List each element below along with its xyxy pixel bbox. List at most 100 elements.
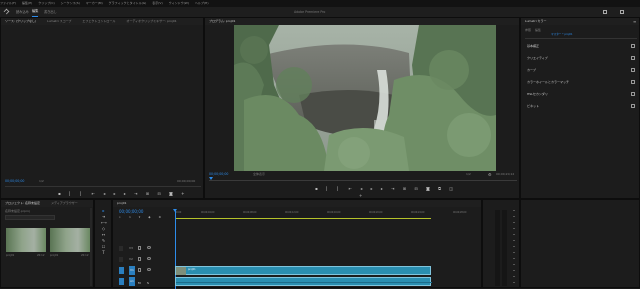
workspace-tab-edit[interactable]: 編集 — [32, 7, 39, 17]
program-playhead-marker[interactable] — [209, 177, 213, 180]
source-timebar[interactable] — [5, 186, 201, 187]
lumetri-section-hsl[interactable]: HSLセカンダリ — [521, 90, 640, 98]
slip-tool-icon[interactable]: ↔ — [101, 232, 106, 237]
tab-media-browser[interactable]: メディアブラウザー — [51, 201, 78, 205]
pen-tool-icon[interactable]: ✎ — [101, 238, 106, 243]
tab-timeline[interactable]: proj01 — [117, 201, 127, 205]
track-header-v1[interactable]: V1 — [119, 266, 173, 275]
tab-source[interactable]: ソース: (クリップなし) — [5, 19, 36, 23]
playhead-handle[interactable] — [173, 209, 177, 212]
lumetri-master-clip[interactable]: マスター * proj01 — [551, 32, 573, 36]
menu-help[interactable]: ヘルプ(H) — [195, 1, 209, 5]
program-timebar[interactable] — [209, 180, 517, 181]
track-header-v3[interactable]: V3 — [119, 244, 173, 253]
video-clip[interactable]: proj01 — [175, 266, 431, 275]
project-scrollbar[interactable] — [90, 208, 92, 286]
timeline-ruler[interactable]: 00;00 00;00;04;00 00;00;08;00 00;00;12;0… — [175, 209, 475, 221]
checkbox-icon[interactable] — [631, 56, 635, 60]
project-item-duration: 20:12 — [81, 254, 89, 257]
lumetri-section-curves[interactable]: カーブ — [521, 66, 640, 74]
lock-icon[interactable] — [138, 257, 141, 261]
menu-file[interactable]: ファイル(F) — [0, 1, 16, 5]
lumetri-section-vignette[interactable]: ビネット — [521, 102, 640, 110]
program-timecode-left[interactable]: 00;00;00;00 — [209, 172, 228, 176]
home-icon[interactable] — [3, 8, 10, 15]
checkbox-icon[interactable] — [631, 92, 635, 96]
project-item[interactable] — [6, 228, 46, 252]
tab-audio-mixer[interactable]: オーディオクリップミキサー: proj01 — [126, 19, 176, 23]
menu-clip[interactable]: クリップ(C) — [38, 1, 54, 5]
track-target-icon[interactable] — [119, 257, 123, 262]
menu-marker[interactable]: マーカー(M) — [86, 1, 103, 5]
lumetri-menu-icon[interactable]: ≡ — [633, 19, 636, 24]
program-fit-dropdown[interactable]: 全体表示 — [253, 172, 265, 176]
source-transport-controls[interactable]: ▪ ▏ ▏ ⇤ ◂ ▸ ▸ ⇥ ⊞ ⊟ ◙ + — [58, 191, 188, 196]
eye-icon[interactable] — [147, 268, 151, 271]
source-fit[interactable]: 1/2 — [39, 179, 44, 183]
tab-project[interactable]: プロジェクト: 名称未設定 — [5, 201, 40, 205]
project-item-duration: 20:12 — [37, 254, 45, 257]
lumetri-divider — [525, 38, 637, 39]
lumetri-tab-browse[interactable]: 参照 — [525, 28, 531, 32]
razor-tool-icon[interactable]: ◇ — [101, 226, 106, 231]
share-icon[interactable] — [603, 10, 607, 14]
lumetri-tab-edit[interactable]: 編集 — [535, 28, 541, 32]
menu-edit[interactable]: 編集(E) — [22, 1, 32, 5]
mute-icon[interactable]: M — [138, 279, 141, 288]
menu-sequence[interactable]: シーケンス(S) — [61, 1, 80, 5]
project-panel: プロジェクト: 名称未設定 メディアブラウザー 名称未設定.prproj pro… — [0, 199, 94, 288]
project-item[interactable] — [50, 228, 90, 252]
tab-lumetri-scopes[interactable]: Lumetri スコープ — [47, 19, 71, 23]
menu-view[interactable]: 表示(V) — [152, 1, 162, 5]
program-panel: プログラム: proj01 00;00;00;00 全体表示 1/2 ⚙ 00;… — [204, 17, 520, 199]
lumetri-section-creative[interactable]: クリエイティブ — [521, 54, 640, 62]
timeline-tools-row[interactable]: ⌖ ∩ ▾ ◆ ⚙ — [119, 215, 165, 219]
menu-window[interactable]: ウィンドウ(W) — [169, 1, 189, 5]
selection-tool-icon[interactable]: ▸ — [101, 208, 106, 213]
workspace-tab-import[interactable]: 読み込み — [16, 7, 29, 17]
source-timecode-right: 00;00;00;00 — [177, 179, 196, 183]
lumetri-section-color-wheels[interactable]: カラーホイールとカラーマッチ — [521, 78, 640, 86]
source-timecode-left[interactable]: 00;00;00;00 — [5, 179, 24, 183]
ruler-tick: 00;00;16;00 — [327, 211, 341, 214]
eye-icon[interactable] — [147, 246, 151, 249]
lock-icon[interactable] — [138, 246, 141, 250]
timeline-timecode[interactable]: 00;00;00;00 — [119, 209, 143, 214]
tab-lumetri-color[interactable]: Lumetri カラー — [525, 19, 547, 23]
project-search-field[interactable] — [5, 215, 55, 220]
track-target-icon[interactable] — [119, 267, 124, 274]
track-select-tool-icon[interactable]: ⇥ — [101, 214, 106, 219]
lock-icon[interactable] — [138, 268, 141, 272]
eye-icon[interactable] — [147, 257, 151, 260]
program-panel-header: プログラム: proj01 — [205, 18, 519, 25]
workspace-bar: 読み込み 編集 書き出し Adobe Premiere Pro — [0, 7, 640, 17]
ripple-tool-icon[interactable]: ⟷ — [101, 220, 107, 225]
program-add-button[interactable]: + — [359, 193, 362, 198]
track-label: V3 — [129, 246, 133, 250]
workspace-tab-export[interactable]: 書き出し — [44, 7, 57, 17]
menu-graphics[interactable]: グラフィックとタイトル(G) — [109, 1, 147, 5]
program-quality-dropdown[interactable]: 1/2 — [466, 172, 471, 176]
track-header-a1[interactable]: A1 M S — [119, 277, 173, 286]
track-target-icon[interactable] — [119, 246, 123, 251]
track-header-v2[interactable]: V2 — [119, 255, 173, 264]
program-transport-controls[interactable]: ▪ ▏ ▏ ⇤ ◂ ▸ ▸ ⇥ ⊞ ⊟ ◙ ⧉ ◫ — [315, 186, 457, 191]
checkbox-icon[interactable] — [631, 68, 635, 72]
lumetri-section-basic[interactable]: 基本補正 — [521, 42, 640, 50]
ruler-tick: 00;00;24;00 — [411, 211, 425, 214]
checkbox-icon[interactable] — [631, 44, 635, 48]
checkbox-icon[interactable] — [631, 80, 635, 84]
track-target-icon[interactable] — [119, 278, 124, 285]
audio-clip[interactable] — [175, 277, 432, 286]
wrench-icon[interactable]: ⚙ — [488, 172, 492, 177]
audio-waveform — [176, 282, 432, 283]
tab-program[interactable]: プログラム: proj01 — [209, 19, 235, 23]
tab-effect-controls[interactable]: エフェクトコントロール — [82, 19, 115, 23]
type-tool-icon[interactable]: T — [101, 250, 106, 255]
project-file-name: 名称未設定.prproj — [5, 209, 30, 213]
hand-tool-icon[interactable]: ☐ — [101, 244, 106, 249]
checkbox-icon[interactable] — [631, 104, 635, 108]
solo-icon[interactable]: S — [147, 279, 149, 288]
work-area-bar[interactable] — [175, 218, 431, 219]
fullscreen-icon[interactable] — [620, 10, 624, 14]
